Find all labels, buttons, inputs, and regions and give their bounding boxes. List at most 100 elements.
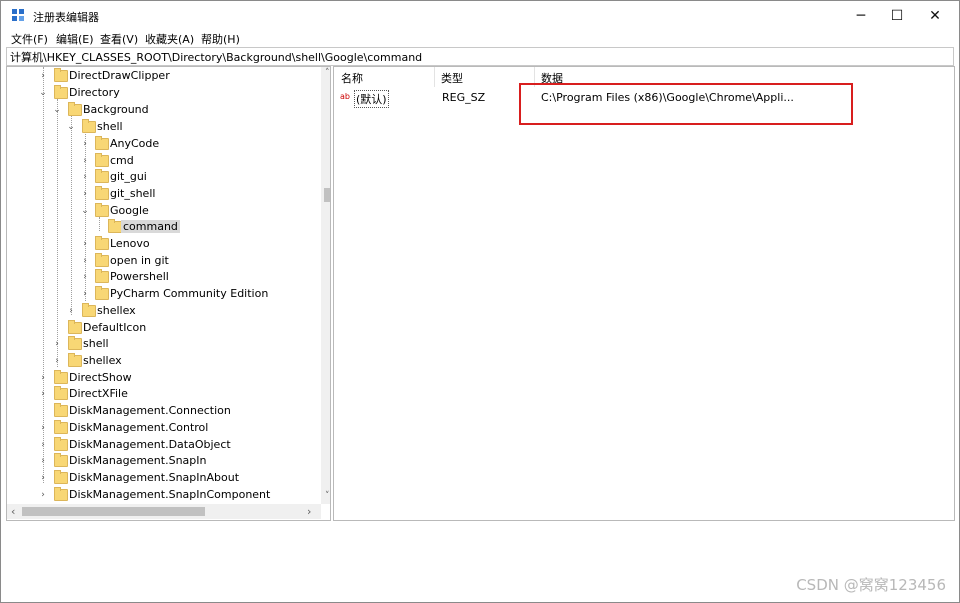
- tree-item-label: DiskManagement.Control: [69, 421, 209, 434]
- tree-item-label: git_shell: [110, 187, 156, 200]
- tree-item[interactable]: DiskManagement.Connection: [7, 403, 314, 419]
- folder-icon: [54, 453, 68, 467]
- folder-icon: [95, 236, 109, 250]
- folder-icon: [68, 336, 82, 350]
- tree-item-label: cmd: [110, 154, 134, 167]
- chevron-right-icon[interactable]: ›: [66, 303, 76, 319]
- watermark: CSDN @窝窝123456: [796, 576, 946, 594]
- tree-item-label: Powershell: [110, 270, 169, 283]
- tree-item-label: open in git: [110, 254, 169, 267]
- chevron-right-icon[interactable]: ›: [80, 136, 90, 152]
- column-header-name[interactable]: 名称: [341, 70, 363, 86]
- chevron-right-icon[interactable]: ›: [38, 487, 48, 503]
- scroll-left-icon[interactable]: ‹: [11, 505, 15, 518]
- tree-item-label: shell: [97, 120, 123, 133]
- tree-horizontal-scrollbar[interactable]: ‹ ›: [7, 504, 321, 519]
- menu-help[interactable]: 帮助(H): [201, 31, 240, 47]
- value-type: REG_SZ: [442, 91, 486, 104]
- chevron-right-icon[interactable]: ›: [80, 253, 90, 269]
- tree-item[interactable]: ⌄ Directory: [7, 85, 314, 101]
- tree-item[interactable]: › shellex: [7, 353, 314, 369]
- address-bar[interactable]: 计算机\HKEY_CLASSES_ROOT\Directory\Backgrou…: [6, 47, 954, 66]
- folder-icon: [54, 420, 68, 434]
- tree-item[interactable]: ⌄ Google: [7, 203, 314, 219]
- tree-vertical-scrollbar[interactable]: ˄ ˅: [321, 67, 330, 504]
- chevron-right-icon[interactable]: ›: [38, 370, 48, 386]
- chevron-right-icon[interactable]: ›: [80, 236, 90, 252]
- scroll-up-icon[interactable]: ˄: [325, 68, 330, 78]
- menu-file[interactable]: 文件(F): [11, 31, 48, 47]
- tree-item[interactable]: › DirectDrawClipper: [7, 68, 314, 84]
- folder-icon: [68, 102, 82, 116]
- column-header-type[interactable]: 类型: [441, 70, 463, 86]
- tree-item-label: PyCharm Community Edition: [110, 287, 269, 300]
- tree-item[interactable]: ⌄ shell: [7, 119, 314, 135]
- folder-icon: [95, 153, 109, 167]
- registry-tree-pane[interactable]: › DirectDrawClipper ⌄ Directory ⌄ Backgr…: [6, 66, 331, 521]
- tree-item-label: DiskManagement.SnapInComponent: [69, 488, 271, 501]
- tree-item[interactable]: › shell: [7, 336, 314, 352]
- chevron-right-icon[interactable]: ›: [80, 286, 90, 302]
- tree-item[interactable]: › AnyCode: [7, 136, 314, 152]
- tree-item[interactable]: › open in git: [7, 253, 314, 269]
- scroll-right-icon[interactable]: ›: [307, 505, 311, 518]
- registry-editor-icon: [12, 9, 26, 23]
- chevron-right-icon[interactable]: ›: [80, 169, 90, 185]
- chevron-right-icon[interactable]: ›: [38, 386, 48, 402]
- tree-item-label: shell: [83, 337, 109, 350]
- chevron-right-icon[interactable]: ›: [38, 470, 48, 486]
- scroll-down-icon[interactable]: ˅: [325, 491, 330, 501]
- chevron-down-icon[interactable]: ⌄: [80, 203, 90, 219]
- tree-item-label: DefaultIcon: [83, 321, 147, 334]
- tree-item[interactable]: › shellex: [7, 303, 314, 319]
- scrollbar-thumb[interactable]: [22, 507, 205, 516]
- chevron-right-icon[interactable]: ›: [38, 437, 48, 453]
- chevron-right-icon[interactable]: ›: [38, 453, 48, 469]
- tree-item[interactable]: › git_shell: [7, 186, 314, 202]
- chevron-down-icon[interactable]: ⌄: [66, 119, 76, 135]
- tree-item-label: DiskManagement.SnapIn: [69, 454, 207, 467]
- menu-view[interactable]: 查看(V): [100, 31, 138, 47]
- tree-item[interactable]: › DiskManagement.SnapInComponent: [7, 487, 314, 503]
- chevron-right-icon[interactable]: ›: [80, 186, 90, 202]
- chevron-right-icon[interactable]: ›: [52, 353, 62, 369]
- folder-icon: [95, 203, 109, 217]
- values-list-pane[interactable]: 名称 类型 数据 ab (默认) REG_SZ C:\Program Files…: [333, 66, 955, 521]
- title-bar[interactable]: 注册表编辑器 ─ ☐ ✕: [1, 1, 959, 31]
- tree-item[interactable]: › DirectShow: [7, 370, 314, 386]
- tree-item[interactable]: › cmd: [7, 153, 314, 169]
- menu-edit[interactable]: 编辑(E): [56, 31, 94, 47]
- chevron-right-icon[interactable]: ›: [38, 68, 48, 84]
- folder-icon: [95, 169, 109, 183]
- tree-item[interactable]: › Powershell: [7, 269, 314, 285]
- tree-item[interactable]: ⌄ Background: [7, 102, 314, 118]
- menu-bar: 文件(F) 编辑(E) 查看(V) 收藏夹(A) 帮助(H): [1, 29, 959, 47]
- chevron-down-icon[interactable]: ⌄: [52, 102, 62, 118]
- tree-item[interactable]: › DiskManagement.Control: [7, 420, 314, 436]
- tree-item-label: git_gui: [110, 170, 147, 183]
- chevron-right-icon[interactable]: ›: [38, 420, 48, 436]
- folder-icon: [68, 353, 82, 367]
- string-value-icon: ab: [340, 92, 350, 101]
- tree-item[interactable]: › PyCharm Community Edition: [7, 286, 314, 302]
- tree-item-label: shellex: [97, 304, 136, 317]
- folder-icon: [54, 370, 68, 384]
- scrollbar-thumb[interactable]: [324, 188, 330, 202]
- chevron-right-icon[interactable]: ›: [80, 153, 90, 169]
- chevron-right-icon[interactable]: ›: [80, 269, 90, 285]
- tree-item[interactable]: › git_gui: [7, 169, 314, 185]
- tree-item[interactable]: › DiskManagement.SnapInAbout: [7, 470, 314, 486]
- tree-item-label: DirectXFile: [69, 387, 128, 400]
- tree-item[interactable]: › Lenovo: [7, 236, 314, 252]
- tree-item[interactable]: DefaultIcon: [7, 320, 314, 336]
- close-button[interactable]: ✕: [912, 1, 958, 31]
- chevron-down-icon[interactable]: ⌄: [38, 85, 48, 101]
- folder-icon: [95, 286, 109, 300]
- chevron-right-icon[interactable]: ›: [52, 336, 62, 352]
- menu-favorites[interactable]: 收藏夹(A): [145, 31, 194, 47]
- tree-item[interactable]: › DirectXFile: [7, 386, 314, 402]
- tree-item[interactable]: › DiskManagement.SnapIn: [7, 453, 314, 469]
- tree-item-label: DiskManagement.DataObject: [69, 438, 231, 451]
- tree-item[interactable]: › DiskManagement.DataObject: [7, 437, 314, 453]
- tree-item-selected[interactable]: command: [7, 219, 314, 235]
